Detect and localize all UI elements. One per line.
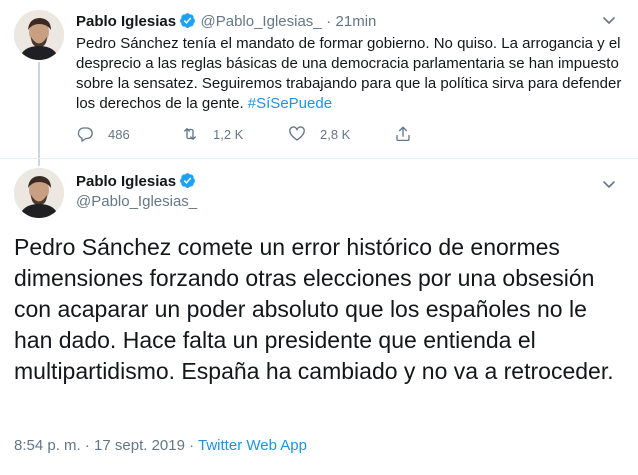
tweet-time[interactable]: 21min	[336, 13, 377, 30]
avatar-photo	[14, 10, 64, 60]
avatar[interactable]	[14, 168, 64, 218]
author-handle[interactable]: @Pablo_Iglesias_	[76, 193, 197, 210]
hashtag-link[interactable]: #SíSePuede	[248, 95, 332, 112]
avatar[interactable]	[14, 10, 64, 60]
reply-count: 486	[108, 126, 130, 142]
avatar-photo	[14, 168, 64, 218]
tweet-text-large: Pedro Sánchez comete un error histórico …	[14, 234, 614, 384]
thread-connector-line	[38, 62, 40, 166]
verified-badge-icon	[180, 173, 195, 188]
retweet-icon	[184, 128, 196, 140]
share-icon	[396, 126, 410, 142]
share-button[interactable]	[394, 125, 426, 143]
tweet-actions: 486 1,2 K 2,8 K	[76, 125, 596, 149]
retweet-count: 1,2 K	[213, 126, 244, 142]
tweet-metadata: 8:54 p. m. · 17 sept. 2019 · Twitter Web…	[14, 437, 307, 454]
like-count: 2,8 K	[320, 126, 351, 142]
author-name[interactable]: Pablo Iglesias	[76, 13, 176, 30]
like-button[interactable]: 2,8 K	[288, 125, 350, 143]
tweet-timestamp[interactable]: 8:54 p. m. · 17 sept. 2019 ·	[14, 437, 194, 454]
chevron-down-icon[interactable]	[601, 12, 617, 28]
reply-button[interactable]: 486	[76, 125, 130, 143]
reply-icon	[77, 127, 93, 142]
separator: ·	[326, 13, 332, 30]
author-name[interactable]: Pablo Iglesias	[76, 173, 176, 190]
tweet-text: Pedro Sánchez tenía el mandato de formar…	[76, 34, 624, 114]
like-icon	[289, 126, 305, 141]
retweet-button[interactable]: 1,2 K	[181, 125, 243, 143]
chevron-down-icon[interactable]	[601, 176, 617, 192]
author-handle[interactable]: @Pablo_Iglesias_	[201, 13, 322, 30]
tweet-divider	[0, 158, 638, 159]
verified-badge-icon	[180, 13, 195, 28]
tweet-body: Pedro Sánchez tenía el mandato de formar…	[76, 35, 622, 112]
tweet-source-link[interactable]: Twitter Web App	[198, 437, 307, 454]
